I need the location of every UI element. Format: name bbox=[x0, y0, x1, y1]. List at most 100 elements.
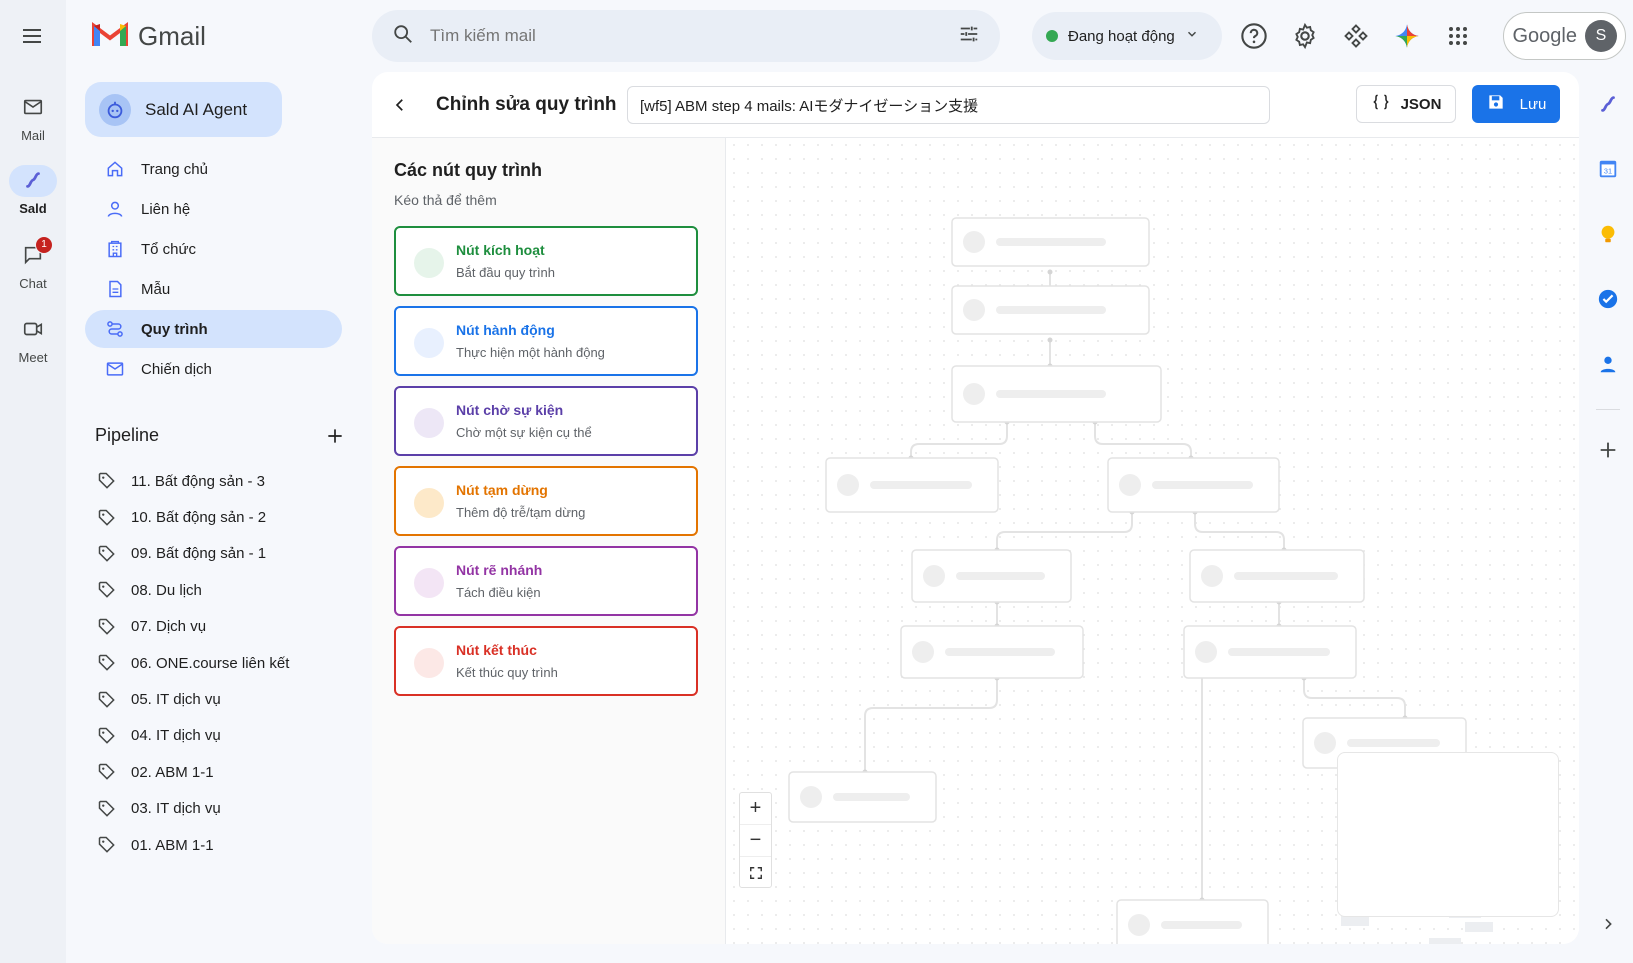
status-label: Đang hoạt động bbox=[1068, 27, 1175, 45]
gemini-apps-icon[interactable] bbox=[1340, 20, 1372, 52]
sidebar-item-label: Tổ chức bbox=[141, 240, 197, 258]
workflow-node-placeholder[interactable] bbox=[900, 625, 1084, 679]
editor-header: Chỉnh sửa quy trình JSON Lưu bbox=[372, 72, 1579, 138]
divider bbox=[1596, 409, 1620, 410]
rail-item-chat[interactable]: 1 Chat bbox=[0, 236, 66, 291]
node-dot bbox=[414, 648, 444, 678]
pipeline-item-label: 04. IT dịch vụ bbox=[131, 727, 221, 745]
save-button[interactable]: Lưu bbox=[1472, 85, 1560, 123]
agent-label: Sald AI Agent bbox=[145, 99, 248, 119]
gemini-sparkle-icon[interactable] bbox=[1391, 20, 1423, 52]
sidebar-item-label: Trang chủ bbox=[141, 160, 208, 178]
sidebar-item-templates[interactable]: Mẫu bbox=[85, 270, 342, 308]
pipeline-item-label: 01. ABM 1-1 bbox=[131, 836, 214, 854]
palette-title: Các nút quy trình bbox=[394, 160, 542, 180]
rail-label: Meet bbox=[18, 350, 48, 365]
rail-label: Chat bbox=[19, 276, 47, 291]
tasks-icon[interactable] bbox=[1588, 279, 1628, 319]
gmail-logo[interactable]: Gmail bbox=[92, 20, 206, 53]
workflow-node-placeholder[interactable] bbox=[1116, 899, 1269, 944]
minimap[interactable] bbox=[1337, 752, 1559, 917]
person-icon bbox=[105, 199, 125, 219]
menu-icon[interactable] bbox=[20, 24, 44, 48]
pipeline-item[interactable]: 03. IT dịch vụ bbox=[97, 791, 347, 827]
node-card-branch[interactable]: Nút rẽ nhánh Tách điều kiện bbox=[394, 546, 698, 616]
search-options-icon[interactable] bbox=[958, 23, 980, 50]
pipeline-item[interactable]: 07. Dịch vụ bbox=[97, 609, 347, 645]
workflow-node-placeholder[interactable] bbox=[951, 217, 1150, 267]
add-addon-button[interactable] bbox=[1588, 430, 1628, 470]
zoom-in-button[interactable]: + bbox=[740, 793, 771, 825]
workflow-node-placeholder[interactable] bbox=[951, 365, 1162, 423]
workflow-name-input[interactable] bbox=[627, 86, 1270, 124]
app-rail: Mail Sald 1 Chat Meet bbox=[0, 0, 66, 963]
pipeline-item[interactable]: 10. Bất động sản - 2 bbox=[97, 499, 347, 535]
search-bar[interactable] bbox=[372, 10, 1000, 62]
chevron-left-icon bbox=[395, 99, 403, 111]
help-icon[interactable] bbox=[1238, 20, 1270, 52]
sald-ai-agent-button[interactable]: Sald AI Agent bbox=[85, 82, 282, 137]
fit-view-button[interactable] bbox=[740, 857, 771, 889]
back-button[interactable] bbox=[386, 91, 414, 119]
google-brand: Google bbox=[1512, 24, 1578, 47]
pipeline-item[interactable]: 05. IT dịch vụ bbox=[97, 681, 347, 717]
node-card-action[interactable]: Nút hành động Thực hiện một hành động bbox=[394, 306, 698, 376]
workflow-node-placeholder[interactable] bbox=[1107, 457, 1280, 513]
pipeline-item[interactable]: 01. ABM 1-1 bbox=[97, 827, 347, 863]
zoom-out-button[interactable]: − bbox=[740, 825, 771, 857]
status-selector[interactable]: Đang hoạt động bbox=[1032, 12, 1222, 60]
workflow-node-placeholder[interactable] bbox=[951, 285, 1150, 335]
node-dot bbox=[414, 408, 444, 438]
workflow-node-placeholder[interactable] bbox=[1189, 549, 1365, 603]
pipeline-title: Pipeline bbox=[95, 425, 160, 445]
workflow-node-placeholder[interactable] bbox=[788, 771, 937, 823]
pipeline-item[interactable]: 02. ABM 1-1 bbox=[97, 754, 347, 790]
search-icon[interactable] bbox=[392, 23, 414, 50]
sidebar-item-home[interactable]: Trang chủ bbox=[85, 150, 342, 188]
pipeline-item[interactable]: 06. ONE.course liên kết bbox=[97, 645, 347, 681]
node-card-trigger[interactable]: Nút kích hoạt Bắt đầu quy trình bbox=[394, 226, 698, 296]
fit-view-icon bbox=[749, 867, 762, 879]
sidebar-item-organizations[interactable]: Tổ chức bbox=[85, 230, 342, 268]
keep-icon[interactable] bbox=[1588, 214, 1628, 254]
node-title: Nút kết thúc bbox=[456, 642, 537, 658]
workflow-canvas[interactable]: + − bbox=[727, 138, 1579, 944]
sidebar-item-campaigns[interactable]: Chiến dịch bbox=[85, 350, 342, 388]
node-title: Nút tạm dừng bbox=[456, 482, 548, 498]
json-button[interactable]: JSON bbox=[1356, 85, 1456, 123]
sidebar-item-contacts[interactable]: Liên hệ bbox=[85, 190, 342, 228]
tag-icon bbox=[97, 617, 117, 637]
node-card-wait-event[interactable]: Nút chờ sự kiện Chờ một sự kiện cụ thể bbox=[394, 386, 698, 456]
sidebar-item-workflows[interactable]: Quy trình bbox=[85, 310, 342, 348]
account-switcher[interactable]: Google S bbox=[1503, 12, 1626, 60]
workflow-node-placeholder[interactable] bbox=[1183, 625, 1357, 679]
meet-icon bbox=[22, 318, 44, 343]
rail-item-mail[interactable]: Mail bbox=[0, 92, 66, 143]
document-icon bbox=[105, 279, 125, 299]
apps-grid-icon[interactable] bbox=[1442, 20, 1474, 52]
pipeline-item-label: 06. ONE.course liên kết bbox=[131, 654, 290, 672]
search-input[interactable] bbox=[430, 26, 958, 46]
calendar-icon[interactable]: 31 bbox=[1588, 149, 1628, 189]
workflow-node-placeholder[interactable] bbox=[825, 457, 999, 513]
pipeline-item[interactable]: 11. Bất động sản - 3 bbox=[97, 463, 347, 499]
rail-label: Sald bbox=[19, 201, 47, 216]
pipeline-item[interactable]: 04. IT dịch vụ bbox=[97, 718, 347, 754]
rail-item-sald[interactable]: Sald bbox=[0, 165, 66, 216]
contacts-icon[interactable] bbox=[1588, 344, 1628, 384]
node-card-pause[interactable]: Nút tạm dừng Thêm độ trễ/tạm dừng bbox=[394, 466, 698, 536]
floppy-disk-icon bbox=[1486, 92, 1506, 116]
sald-addon-icon[interactable] bbox=[1588, 84, 1628, 124]
rail-item-meet[interactable]: Meet bbox=[0, 314, 66, 365]
expand-panel-button[interactable] bbox=[1594, 910, 1622, 938]
settings-gear-icon[interactable] bbox=[1289, 20, 1321, 52]
add-pipeline-button[interactable] bbox=[325, 426, 345, 446]
robot-icon bbox=[99, 93, 131, 126]
node-card-end[interactable]: Nút kết thúc Kết thúc quy trình bbox=[394, 626, 698, 696]
pipeline-item[interactable]: 09. Bất động sản - 1 bbox=[97, 536, 347, 572]
pipeline-item[interactable]: 08. Du lịch bbox=[97, 572, 347, 608]
workflow-node-placeholder[interactable] bbox=[911, 549, 1072, 603]
zoom-controls: + − bbox=[739, 792, 772, 888]
chevron-down-icon bbox=[1185, 27, 1199, 45]
pipeline-item-label: 02. ABM 1-1 bbox=[131, 763, 214, 781]
